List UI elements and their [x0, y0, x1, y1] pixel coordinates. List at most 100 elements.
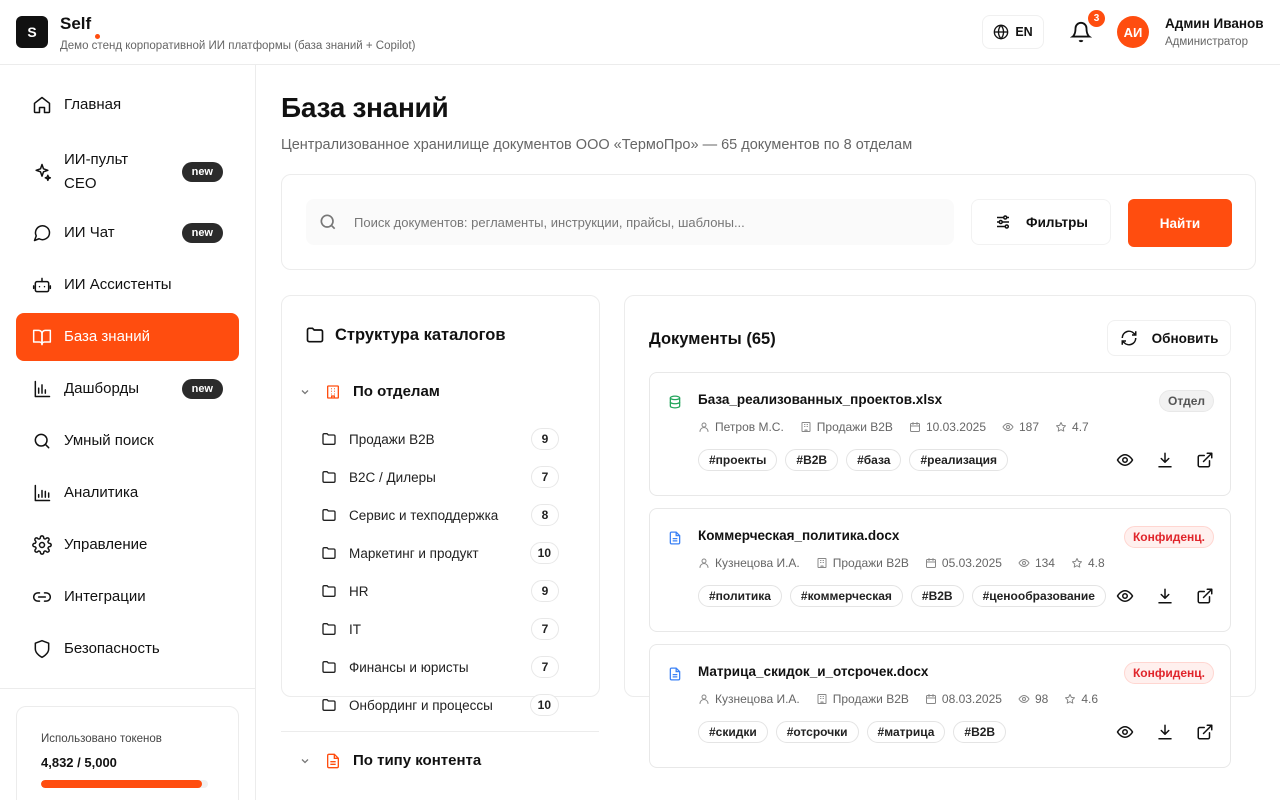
document-name[interactable]: База_реализованных_проектов.xlsx — [698, 392, 942, 407]
views: 134 — [1018, 556, 1055, 570]
token-usage-label: Использовано токенов — [41, 733, 162, 745]
language-switch-button[interactable]: EN — [982, 15, 1044, 49]
group-by-content-type[interactable]: По типу контента — [299, 752, 481, 769]
sidebar-item-0[interactable]: Главная — [16, 82, 239, 128]
tag-chip[interactable]: #база — [846, 449, 902, 471]
sidebar-item-4[interactable]: База знаний — [16, 313, 239, 361]
eye-icon[interactable] — [1116, 723, 1134, 741]
search-input[interactable] — [354, 214, 934, 230]
sparkles-icon — [32, 162, 52, 182]
tag-chip[interactable]: #скидки — [698, 721, 768, 743]
sidebar: Главная ИИ-пульт CEO new ИИ Чат new ИИ Ассист… — [0, 65, 256, 800]
catalog-tree: Структура каталогов По отделам Продажи B… — [281, 295, 600, 800]
gear-icon — [32, 535, 52, 555]
document-meta: Кузнецова И.А. Продажи B2B 08.03.2025 98 4.6 — [698, 692, 1114, 706]
tag-list: #проекты #B2B #база #реализация — [698, 449, 1009, 471]
eye-icon[interactable] — [1116, 451, 1134, 469]
refresh-button[interactable]: Обновить — [1107, 320, 1231, 356]
tag-chip[interactable]: #B2B — [910, 585, 964, 607]
star-icon — [1055, 421, 1072, 433]
department-name: Продажи B2B — [832, 692, 909, 706]
tag-chip[interactable]: #B2B — [953, 721, 1007, 743]
folder-item[interactable]: Сервис и техподдержка 8 — [321, 504, 559, 526]
folder-icon — [321, 431, 337, 447]
sidebar-item-2[interactable]: ИИ Чат new — [16, 210, 239, 256]
download-icon[interactable] — [1156, 587, 1174, 605]
sidebar-item-1[interactable]: ИИ-пульт CEO new — [16, 143, 239, 201]
download-icon[interactable] — [1156, 723, 1174, 741]
search-field[interactable] — [306, 199, 954, 245]
external-link-icon[interactable] — [1196, 723, 1214, 741]
sidebar-item-3[interactable]: ИИ Ассистенты — [16, 262, 239, 308]
folder-count-badge: 7 — [531, 466, 559, 488]
user-icon — [698, 693, 715, 705]
documents-title: Документы (65) — [649, 330, 776, 348]
folder-item[interactable]: Маркетинг и продукт 10 — [321, 542, 559, 564]
sidebar-item-5[interactable]: Дашборды new — [16, 366, 239, 412]
folder-item[interactable]: Финансы и юристы 7 — [321, 656, 559, 678]
folder-icon — [321, 545, 337, 561]
tag-list: #скидки #отсрочки #матрица #B2B — [698, 721, 1007, 743]
tag-chip[interactable]: #политика — [698, 585, 782, 607]
department-name: Продажи B2B — [832, 556, 909, 570]
file-text-icon — [325, 753, 341, 769]
tag-chip[interactable]: #B2B — [785, 449, 839, 471]
document-card[interactable]: База_реализованных_проектов.xlsx Отдел Пет… — [649, 372, 1231, 496]
tag-chip[interactable]: #отсрочки — [775, 721, 859, 743]
catalog-title: Структура каталогов — [305, 325, 506, 345]
folder-item[interactable]: IT 7 — [321, 618, 559, 640]
document-actions — [1116, 451, 1214, 469]
brand-logo[interactable]: S — [16, 16, 48, 48]
sidebar-item-label: База знаний — [64, 328, 150, 345]
home-icon — [32, 95, 52, 115]
eye-icon[interactable] — [1116, 587, 1134, 605]
tag-chip[interactable]: #коммерческая — [789, 585, 903, 607]
notifications-button[interactable] — [1070, 21, 1092, 43]
eye-icon — [1018, 557, 1035, 569]
document-actions — [1116, 723, 1214, 741]
user-name[interactable]: Админ Иванов — [1165, 16, 1264, 31]
rating: 4.6 — [1064, 692, 1098, 706]
star-icon — [1064, 693, 1081, 705]
find-button[interactable]: Найти — [1128, 199, 1232, 247]
document-card[interactable]: Матрица_скидок_и_отсрочек.docx Конфиденц.… — [649, 644, 1231, 768]
group-by-department[interactable]: По отделам — [299, 383, 440, 400]
spreadsheet-icon — [668, 395, 682, 409]
tag-chip[interactable]: #матрица — [866, 721, 946, 743]
folder-item[interactable]: Продажи B2B 9 — [321, 428, 559, 450]
building-icon — [816, 557, 833, 569]
folder-item[interactable]: Онбординг и процессы 10 — [321, 694, 559, 716]
access-badge: Конфиденц. — [1123, 662, 1214, 684]
filters-button[interactable]: Фильтры — [971, 199, 1111, 245]
sidebar-divider — [0, 688, 255, 689]
folder-item[interactable]: HR 9 — [321, 580, 559, 602]
user-avatar[interactable]: АИ — [1117, 16, 1149, 48]
sidebar-item-label: ИИ Чат — [64, 224, 115, 241]
sidebar-item-8[interactable]: Управление — [16, 522, 239, 568]
document-card[interactable]: Коммерческая_политика.docx Конфиденц. Кузн… — [649, 508, 1231, 632]
tag-chip[interactable]: #реализация — [909, 449, 1009, 471]
sidebar-item-7[interactable]: Аналитика — [16, 470, 239, 516]
sidebar-item-9[interactable]: Интеграции — [16, 574, 239, 620]
folder-count-badge: 7 — [531, 656, 559, 678]
sidebar-item-10[interactable]: Безопасность — [16, 626, 239, 672]
sidebar-item-label: Аналитика — [64, 484, 139, 501]
author: Петров М.С. — [698, 420, 784, 434]
user-role: Администратор — [1165, 36, 1248, 48]
document-name[interactable]: Матрица_скидок_и_отсрочек.docx — [698, 664, 928, 679]
document-name[interactable]: Коммерческая_политика.docx — [698, 528, 899, 543]
sidebar-item-label: Интеграции — [64, 588, 146, 605]
download-icon[interactable] — [1156, 451, 1174, 469]
folder-item[interactable]: B2C / Дилеры 7 — [321, 466, 559, 488]
date: 05.03.2025 — [925, 556, 1002, 570]
folder-count-badge: 9 — [531, 428, 559, 450]
sidebar-item-6[interactable]: Умный поиск — [16, 418, 239, 464]
external-link-icon[interactable] — [1196, 451, 1214, 469]
tag-chip[interactable]: #проекты — [698, 449, 778, 471]
external-link-icon[interactable] — [1196, 587, 1214, 605]
tag-chip[interactable]: #ценообразование — [971, 585, 1106, 607]
brand-subtitle: Демо стенд корпоративной ИИ платформы (б… — [60, 40, 416, 52]
star-icon — [1071, 557, 1088, 569]
token-usage-fill — [41, 780, 203, 788]
folder-count-badge: 8 — [531, 504, 559, 526]
